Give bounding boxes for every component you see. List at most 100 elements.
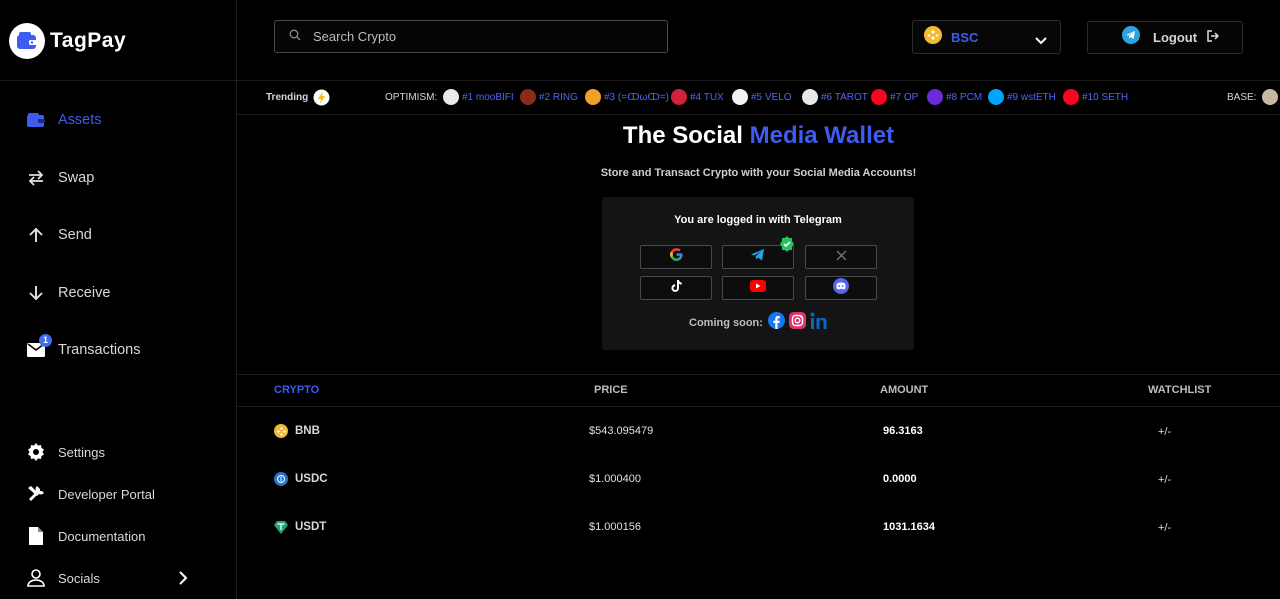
telegram-icon: [751, 248, 765, 266]
chevron-right-icon[interactable]: [178, 570, 188, 591]
search-box: [274, 20, 668, 53]
trending-item[interactable]: #9 wstETH: [988, 88, 1056, 106]
coming-soon-row: Coming soon:: [689, 312, 829, 334]
google-icon: [669, 248, 683, 266]
facebook-icon: [767, 312, 785, 334]
brand-name: TagPay: [50, 29, 127, 52]
discord-icon: [833, 277, 849, 299]
crypto-cell: USDT: [274, 520, 326, 534]
sidebar-item-assets[interactable]: Assets: [0, 100, 236, 140]
watchlist-toggle[interactable]: +/-: [1158, 474, 1171, 486]
logout-button[interactable]: Logout: [1087, 21, 1243, 54]
tiktok-login-button[interactable]: [640, 276, 712, 300]
login-card: You are logged in with Telegram Coming s…: [602, 197, 914, 350]
trending-label: Trending: [266, 92, 309, 103]
chevron-down-icon: [1035, 32, 1047, 50]
coin-icon: [1262, 89, 1278, 105]
coin-icon: [988, 89, 1004, 105]
page-subtitle: Store and Transact Crypto with your Soci…: [600, 167, 917, 179]
checkmark-icon: [779, 236, 795, 252]
arrow-up-icon: [27, 226, 45, 244]
chain-select[interactable]: BSC: [912, 20, 1061, 54]
wallet-icon: [27, 111, 45, 129]
swap-arrows-icon: [27, 169, 45, 187]
coin-icon: [585, 89, 601, 105]
trending-item[interactable]: #2 RING: [520, 88, 578, 106]
search-input[interactable]: [313, 29, 653, 44]
logout-label: Logout: [1153, 30, 1198, 45]
assets-table: CRYPTO PRICE AMOUNT WATCHLIST BNB $543.0…: [237, 374, 1280, 551]
trending-item[interactable]: #4 TUX: [671, 88, 724, 106]
table-header: CRYPTO PRICE AMOUNT WATCHLIST: [237, 375, 1280, 407]
crypto-cell: USDC: [274, 472, 328, 486]
trending-item[interactable]: #10 SETH: [1063, 88, 1128, 106]
top-header: BSC Logout: [237, 0, 1280, 81]
logout-icon: [1207, 29, 1220, 47]
watchlist-toggle[interactable]: +/-: [1158, 522, 1171, 534]
youtube-login-button[interactable]: [722, 276, 794, 300]
sidebar-item-developer-portal[interactable]: Developer Portal: [0, 479, 236, 509]
sidebar-item-transactions[interactable]: 1 Transactions: [0, 330, 236, 370]
coin-icon: [443, 89, 459, 105]
mail-icon: 1: [27, 334, 52, 359]
table-row[interactable]: USDT $1.000156 1031.1634 +/-: [237, 503, 1280, 551]
table-row[interactable]: BNB $543.095479 96.3163 +/-: [237, 407, 1280, 455]
user-icon: [27, 569, 45, 587]
crypto-cell: BNB: [274, 424, 320, 438]
trending-item[interactable]: #3 (=ↀωↀ=): [585, 88, 669, 106]
trending-item[interactable]: [1262, 88, 1280, 106]
document-icon: [27, 527, 45, 545]
tools-icon: [27, 485, 45, 503]
sidebar-item-label: Assets: [58, 112, 102, 128]
trending-item[interactable]: #5 VELO: [732, 88, 792, 106]
sidebar-item-label: Swap: [58, 170, 95, 186]
discord-login-button[interactable]: [805, 276, 877, 300]
sidebar-item-settings[interactable]: Settings: [0, 437, 236, 467]
coin-icon: [1063, 89, 1079, 105]
trending-bar: Trending OPTIMISM: #1 mooBIFI #2 RING #3…: [237, 81, 1280, 115]
bsc-chain-icon: [924, 25, 942, 49]
telegram-icon: [1122, 26, 1140, 49]
telegram-login-button[interactable]: [722, 236, 794, 269]
tiktok-icon: [670, 279, 682, 297]
column-header-price[interactable]: PRICE: [594, 384, 628, 396]
sidebar-item-socials[interactable]: Socials: [0, 563, 236, 593]
trending-item[interactable]: #1 mooBIFI: [443, 88, 514, 106]
sidebar-item-label: Socials: [58, 570, 100, 586]
sidebar-item-label: Documentation: [58, 528, 146, 544]
column-header-amount[interactable]: AMOUNT: [880, 384, 928, 396]
google-login-button[interactable]: [640, 245, 712, 269]
coin-icon: [871, 89, 887, 105]
price-cell: $1.000156: [589, 521, 641, 533]
trending-item[interactable]: #7 OP: [871, 88, 918, 106]
coin-icon: [927, 89, 943, 105]
usdc-icon: [274, 472, 288, 486]
trending-item[interactable]: #8 PCM: [927, 88, 982, 106]
sidebar-item-label: Developer Portal: [58, 486, 155, 502]
x-login-button[interactable]: [805, 245, 877, 269]
price-cell: $1.000400: [589, 473, 641, 485]
sidebar-item-swap[interactable]: Swap: [0, 158, 236, 198]
table-row[interactable]: USDC $1.000400 0.0000 +/-: [237, 455, 1280, 503]
arrow-down-icon: [27, 284, 45, 302]
watchlist-toggle[interactable]: +/-: [1158, 426, 1171, 438]
coin-icon: [671, 89, 687, 105]
lightning-icon: [313, 89, 330, 109]
chain-name: BSC: [951, 29, 979, 45]
coin-icon: [520, 89, 536, 105]
sidebar: TagPay Assets Swap Send Receive 1 Transa…: [0, 0, 237, 599]
amount-cell: 0.0000: [883, 473, 917, 485]
bnb-icon: [274, 424, 288, 438]
amount-cell: 1031.1634: [883, 521, 935, 533]
instagram-icon: [788, 312, 806, 334]
coin-icon: [802, 89, 818, 105]
sidebar-item-documentation[interactable]: Documentation: [0, 521, 236, 551]
sidebar-item-label: Send: [58, 227, 92, 243]
trending-item[interactable]: #6 TAROT: [802, 88, 868, 106]
brand-logo[interactable]: TagPay: [9, 23, 126, 59]
divider: [0, 80, 237, 81]
sidebar-item-receive[interactable]: Receive: [0, 273, 236, 313]
column-header-watchlist[interactable]: WATCHLIST: [1148, 384, 1211, 396]
sidebar-item-send[interactable]: Send: [0, 215, 236, 255]
column-header-crypto[interactable]: CRYPTO: [274, 384, 319, 396]
